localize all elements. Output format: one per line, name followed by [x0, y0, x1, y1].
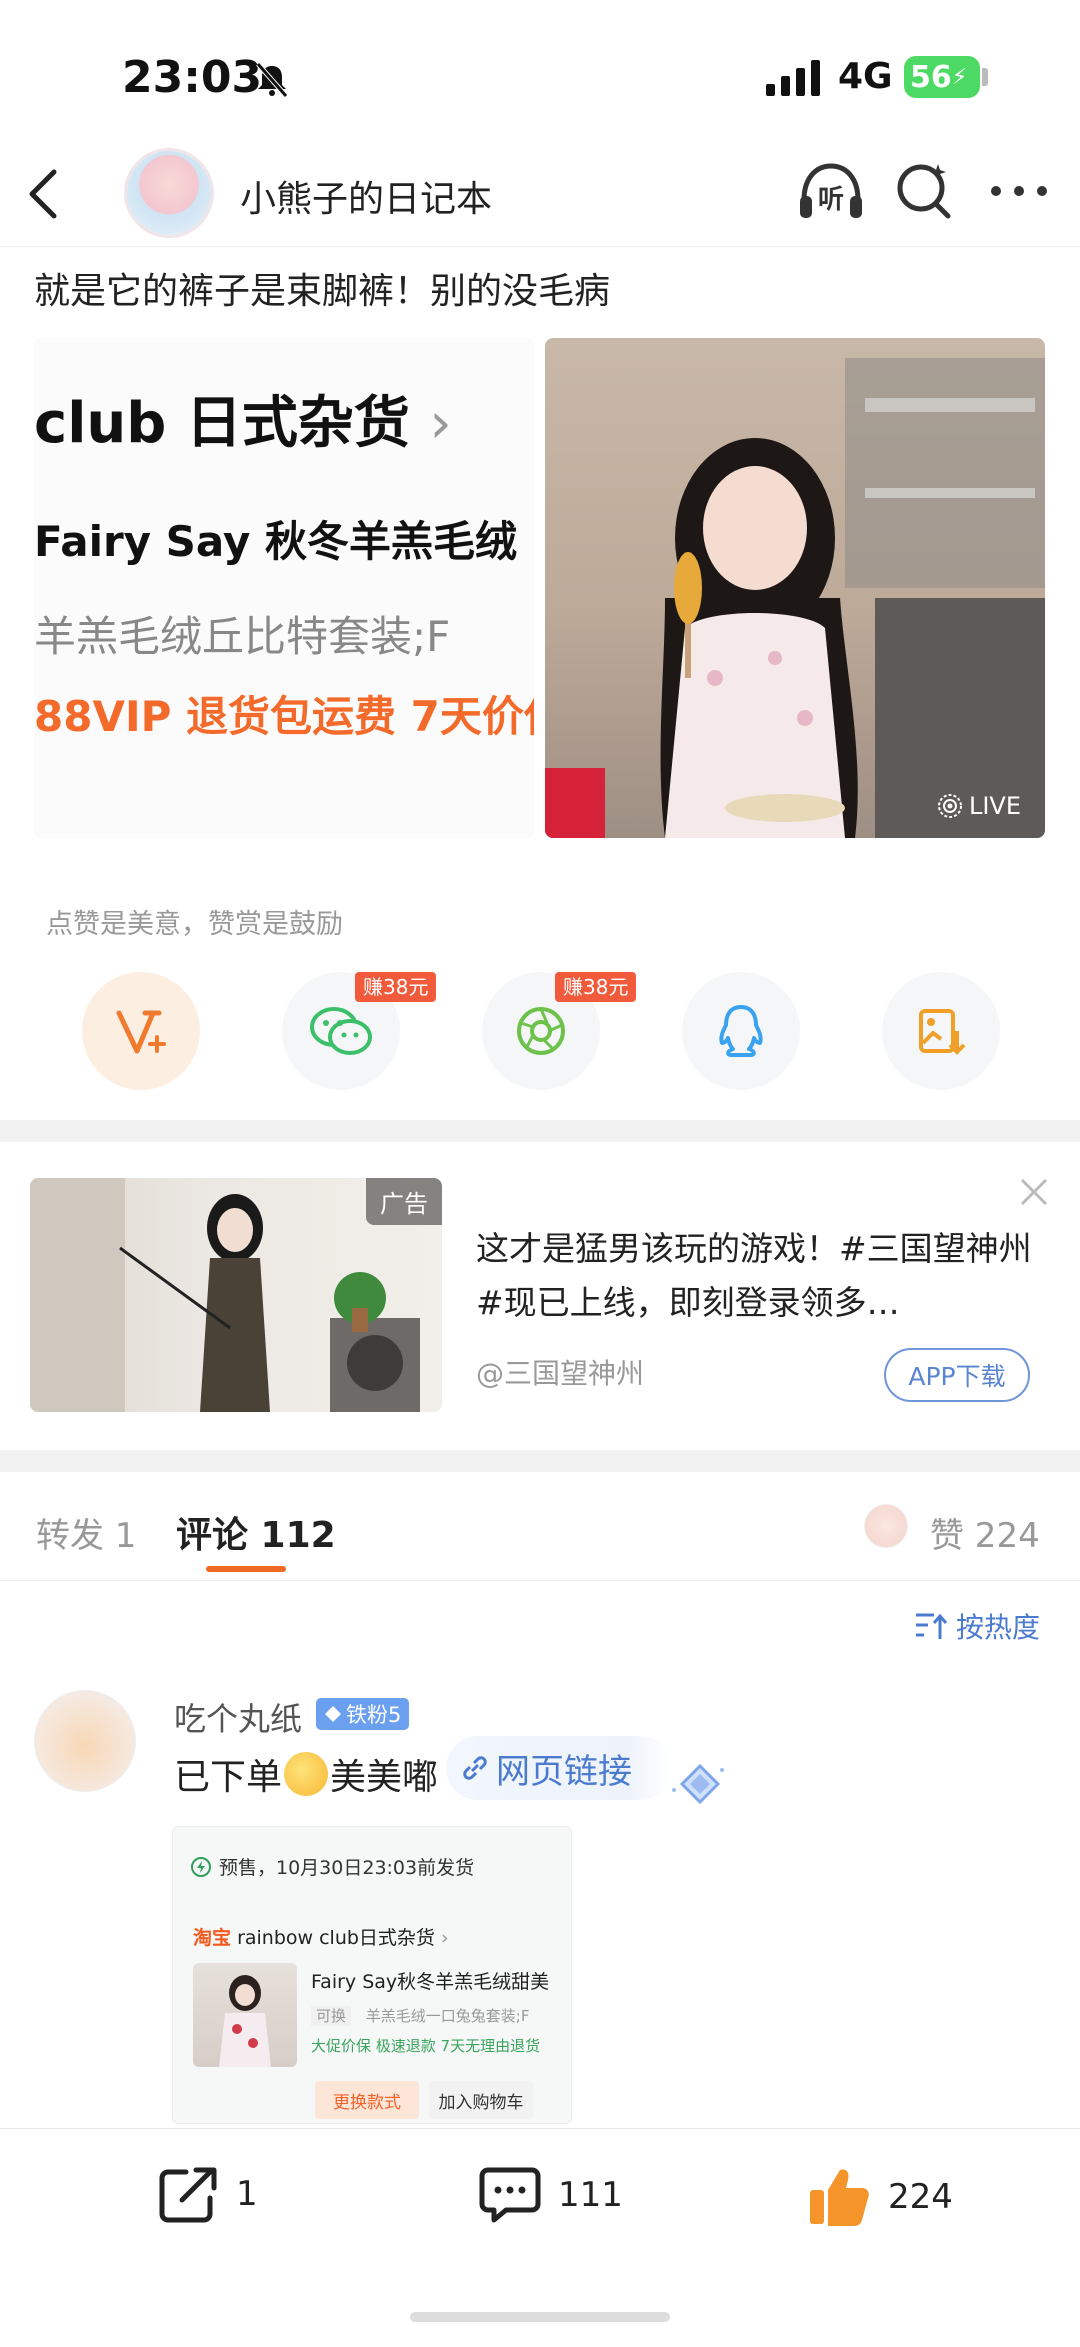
web-link-label: 网页链接	[496, 1751, 632, 1792]
comment-image[interactable]: 预售，10月30日23:03前发货 淘宝 rainbow club日式杂货 › …	[172, 1826, 572, 2124]
comment-product-spec: 羊羔毛绒一口兔兔套装;F	[365, 2007, 530, 2025]
comment-button[interactable]: 111	[478, 2164, 623, 2226]
earn-badge-wechat: 赚38元	[355, 972, 437, 1002]
taobao-brand: 淘宝	[193, 1927, 232, 1949]
reward-v-icon	[116, 1010, 166, 1054]
network-type: 4G	[838, 56, 893, 97]
battery-level: 56	[910, 59, 952, 95]
ad-source[interactable]: @三国望神州	[476, 1352, 644, 1392]
comment-bubble-icon	[479, 2167, 541, 2223]
comment-text-a: 已下单	[174, 1757, 283, 1798]
live-photo-icon	[937, 794, 962, 818]
section-divider	[0, 1450, 1080, 1472]
emoji-icon	[284, 1752, 329, 1796]
ad-text[interactable]: 这才是猛男该玩的游戏！#三国望神州#现已上线，即刻登录领多…	[476, 1222, 1036, 1330]
silent-bell-icon	[256, 62, 288, 98]
live-label: LIVE	[968, 792, 1021, 820]
product-promo: 88VIP 退货包运费 7天价保	[34, 692, 534, 741]
back-arrow-icon[interactable]	[20, 164, 70, 224]
spec-tag: 可换	[311, 2006, 352, 2026]
fan-badge-label: 铁粉5	[346, 1703, 402, 1727]
comment-text: 已下单 美美嘟	[174, 1748, 438, 1800]
fan-badge: 铁粉5	[316, 1698, 410, 1730]
header-divider	[0, 246, 1080, 247]
sort-icon	[916, 1613, 948, 1639]
liker-avatar	[864, 1504, 908, 1548]
comment-product-title: Fairy Say秋冬羊羔毛绒甜美	[311, 1971, 550, 1993]
change-style-button[interactable]: 更换款式	[315, 2081, 419, 2119]
ad-tag: 广告	[366, 1178, 442, 1225]
product-thumbnail-illustration	[219, 1975, 271, 2067]
diamond-icon	[325, 1706, 341, 1722]
live-badge: LIVE	[937, 792, 1021, 820]
comment-count: 111	[558, 2175, 623, 2215]
web-link[interactable]: 网页链接	[446, 1736, 672, 1800]
close-icon[interactable]	[1016, 1174, 1052, 1210]
headphones-listen-icon[interactable]: 听	[796, 160, 866, 222]
reward-button[interactable]	[82, 972, 200, 1090]
tab-repost[interactable]: 转发 1	[36, 1508, 136, 1557]
thumbs-up-icon	[810, 2169, 869, 2226]
app-download-button[interactable]: APP下载	[884, 1348, 1030, 1402]
tabs-divider	[0, 1580, 1080, 1581]
battery-tip	[982, 68, 988, 86]
commenter-avatar[interactable]	[34, 1690, 136, 1792]
account-avatar[interactable]	[124, 148, 214, 238]
signal-icon	[766, 60, 820, 96]
like-count: 224	[888, 2177, 953, 2217]
lightning-icon	[191, 1856, 211, 1877]
comment-text-b: 美美嘟	[330, 1757, 439, 1798]
account-name[interactable]: 小熊子的日记本	[240, 170, 492, 222]
repost-button[interactable]: 1	[158, 2164, 258, 2224]
shop-title: club 日式杂货	[34, 391, 410, 456]
post-image-screenshot[interactable]: club 日式杂货 › Fairy Say 秋冬羊羔毛绒 羊羔毛绒丘比特套装;F…	[34, 338, 534, 838]
wechat-icon	[310, 1007, 372, 1055]
post-text: 就是它的裤子是束脚裤！别的没毛病	[34, 271, 611, 312]
search-icon[interactable]	[894, 160, 954, 222]
share-qq-button[interactable]	[682, 972, 800, 1090]
sort-button[interactable]: 按热度	[914, 1606, 1040, 1646]
ad-image[interactable]: 广告	[30, 1178, 442, 1412]
save-image-icon	[919, 1009, 966, 1055]
post-image-live-photo[interactable]: LIVE	[545, 338, 1045, 838]
status-time: 23:03	[122, 52, 263, 103]
girl-photo-illustration	[545, 358, 1045, 838]
tab-active-indicator	[206, 1566, 286, 1572]
tab-like[interactable]: 赞 224	[930, 1508, 1040, 1557]
product-thumbnail	[193, 1963, 297, 2067]
earn-badge-moments: 赚38元	[555, 972, 637, 1002]
product-spec: 羊羔毛绒丘比特套装;F	[34, 612, 451, 661]
sort-label: 按热度	[956, 1611, 1041, 1644]
product-title: Fairy Say 秋冬羊羔毛绒	[34, 517, 517, 566]
like-button[interactable]: 224	[806, 2164, 953, 2230]
home-indicator	[410, 2312, 670, 2322]
save-image-button[interactable]	[882, 972, 1000, 1090]
reward-hint: 点赞是美意，赞赏是鼓励	[46, 909, 343, 940]
section-divider	[0, 1120, 1080, 1142]
link-icon	[463, 1756, 487, 1780]
service-tags: 大促价保 极速退款 7天无理由退货	[311, 2037, 541, 2055]
moments-aperture-icon	[517, 1007, 565, 1055]
battery-indicator: 56 ⚡	[904, 56, 980, 98]
comment-shop-name: rainbow club日式杂货	[237, 1927, 435, 1949]
tab-comment[interactable]: 评论 112	[176, 1506, 336, 1558]
sparkle-diamond-icon	[672, 1763, 724, 1805]
commenter-name[interactable]: 吃个丸纸	[174, 1694, 302, 1740]
repost-share-icon	[159, 2167, 217, 2223]
add-to-cart-button[interactable]: 加入购物车	[429, 2081, 533, 2119]
more-icon[interactable]	[988, 180, 1050, 202]
repost-count: 1	[236, 2174, 258, 2214]
presale-text: 预售，10月30日23:03前发货	[219, 1857, 475, 1879]
qq-penguin-icon	[719, 1005, 763, 1057]
listen-label: 听	[818, 185, 844, 215]
